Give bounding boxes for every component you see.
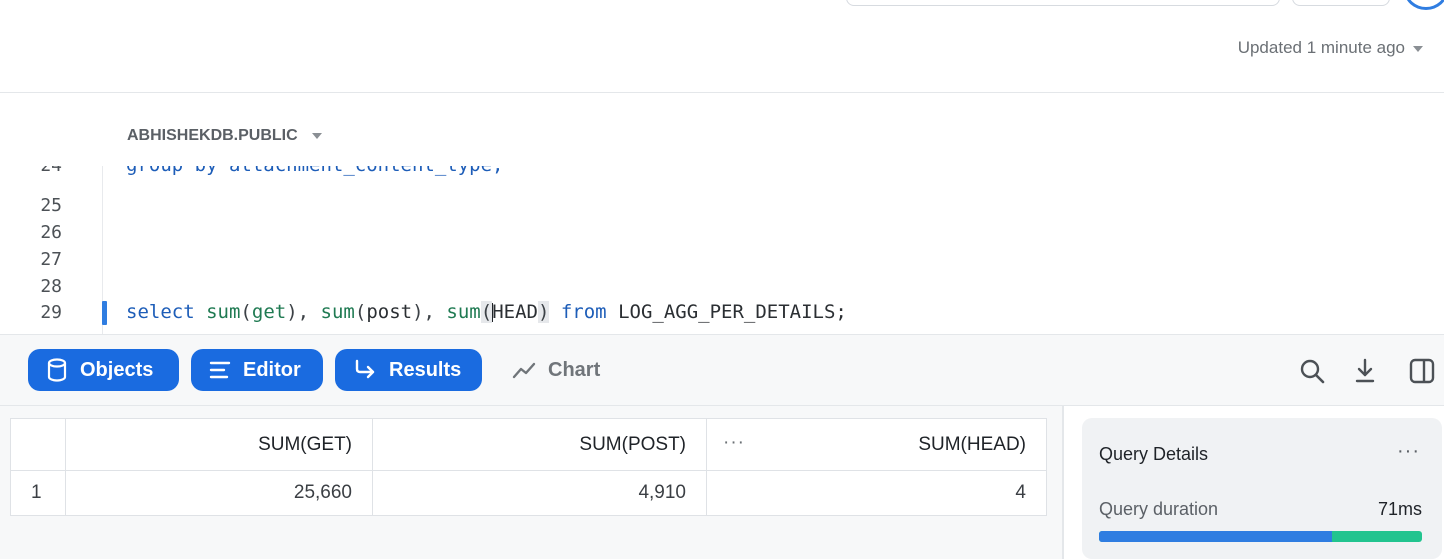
code-line[interactable]: 26	[0, 219, 1444, 246]
row-number: 1	[10, 470, 66, 516]
identifier-head: HEAD	[492, 301, 538, 323]
line-number: 27	[40, 249, 62, 270]
sql-query: select sum(get), sum(post), sum(HEAD) fr…	[126, 301, 847, 323]
objects-label: Objects	[80, 358, 154, 381]
column-header-sum-head[interactable]: ··· SUM(HEAD)	[706, 418, 1047, 471]
code-line[interactable]: 28	[0, 273, 1444, 300]
column-header-sum-get[interactable]: SUM(GET)	[65, 418, 373, 471]
database-icon	[47, 358, 67, 382]
line-number: 26	[40, 222, 62, 243]
objects-button[interactable]: Objects	[28, 349, 179, 391]
updated-text: Updated 1 minute ago	[1237, 38, 1405, 57]
more-options-icon[interactable]: ···	[1397, 440, 1420, 463]
column-menu-icon[interactable]: ···	[723, 432, 745, 454]
query-details-panel: Query Details ··· Query duration 71ms	[1082, 418, 1442, 559]
code-text: group by attachment_content_type;	[126, 166, 504, 179]
cell-sum-post[interactable]: 4,910	[372, 470, 707, 516]
active-line-marker	[102, 301, 107, 325]
column-header-label: SUM(HEAD)	[918, 433, 1026, 455]
keyword-from: from	[560, 301, 607, 323]
chevron-down-icon	[1413, 46, 1423, 52]
panel-divider[interactable]	[1062, 406, 1064, 559]
column-header-label: SUM(GET)	[258, 433, 352, 455]
code-partial: group by attachment_content_type;	[126, 166, 504, 176]
query-duration-fill	[1099, 531, 1332, 542]
results-button[interactable]: Results	[335, 349, 482, 391]
chart-line-icon	[512, 362, 536, 379]
results-table: SUM(GET) SUM(POST) ··· SUM(HEAD) 1 25,66…	[10, 418, 1047, 516]
code-line[interactable]: 24 group by attachment_content_type;	[0, 166, 1444, 193]
top-action-button[interactable]	[1292, 0, 1390, 6]
sql-editor[interactable]: 24 group by attachment_content_type; 25 …	[0, 166, 1444, 334]
identifier-get: get	[251, 301, 287, 323]
editor-button[interactable]: Editor	[191, 349, 323, 391]
cell-sum-head[interactable]: 4	[706, 470, 1047, 516]
column-header-label: SUM(POST)	[579, 433, 686, 455]
function-sum: sum	[446, 301, 481, 323]
chart-label: Chart	[548, 358, 601, 381]
line-number: 25	[40, 195, 62, 216]
query-duration-value: 71ms	[1377, 499, 1422, 519]
download-icon[interactable]	[1351, 357, 1379, 385]
query-duration-label: Query duration	[1099, 499, 1219, 519]
table-name: LOG_AGG_PER_DETAILS;	[618, 301, 847, 323]
context-label: ABHISHEKDB.PUBLIC	[127, 127, 298, 144]
split-panel-icon[interactable]	[1408, 357, 1436, 385]
chart-tab[interactable]: Chart	[512, 349, 600, 391]
line-number: 24	[0, 166, 62, 179]
results-toolbar: Objects Editor Results Chart	[0, 334, 1444, 406]
table-header-row: SUM(GET) SUM(POST) ··· SUM(HEAD)	[10, 418, 1047, 471]
header-divider	[0, 92, 1444, 93]
return-arrow-icon	[355, 359, 375, 379]
context-selector[interactable]: ABHISHEKDB.PUBLIC	[127, 127, 322, 145]
query-duration-bar	[1099, 531, 1422, 542]
line-number: 29	[40, 302, 62, 323]
cell-sum-get[interactable]: 25,660	[65, 470, 373, 516]
function-sum: sum	[206, 301, 241, 323]
function-sum: sum	[320, 301, 355, 323]
chevron-down-icon	[311, 133, 322, 139]
code-line[interactable]: 25	[0, 192, 1444, 219]
code-line[interactable]: 27	[0, 246, 1444, 273]
avatar[interactable]	[1404, 0, 1444, 10]
column-header-sum-post[interactable]: SUM(POST)	[372, 418, 707, 471]
keyword-select: select	[126, 301, 195, 323]
query-details-title: Query Details	[1099, 444, 1209, 464]
editor-lines-icon	[209, 361, 231, 379]
results-label: Results	[389, 358, 462, 381]
top-search-field[interactable]	[846, 0, 1280, 6]
row-number-header	[10, 418, 66, 471]
line-number: 28	[40, 276, 62, 297]
code-line-active[interactable]: 29 select sum(get), sum(post), sum(HEAD)…	[0, 299, 1444, 326]
editor-label: Editor	[243, 358, 301, 381]
identifier-post: post	[366, 301, 413, 323]
updated-status[interactable]: Updated 1 minute ago	[1238, 38, 1423, 58]
table-row[interactable]: 1 25,660 4,910 4	[10, 470, 1047, 516]
results-panel: SUM(GET) SUM(POST) ··· SUM(HEAD) 1 25,66…	[0, 406, 1062, 559]
search-icon[interactable]	[1298, 357, 1326, 385]
